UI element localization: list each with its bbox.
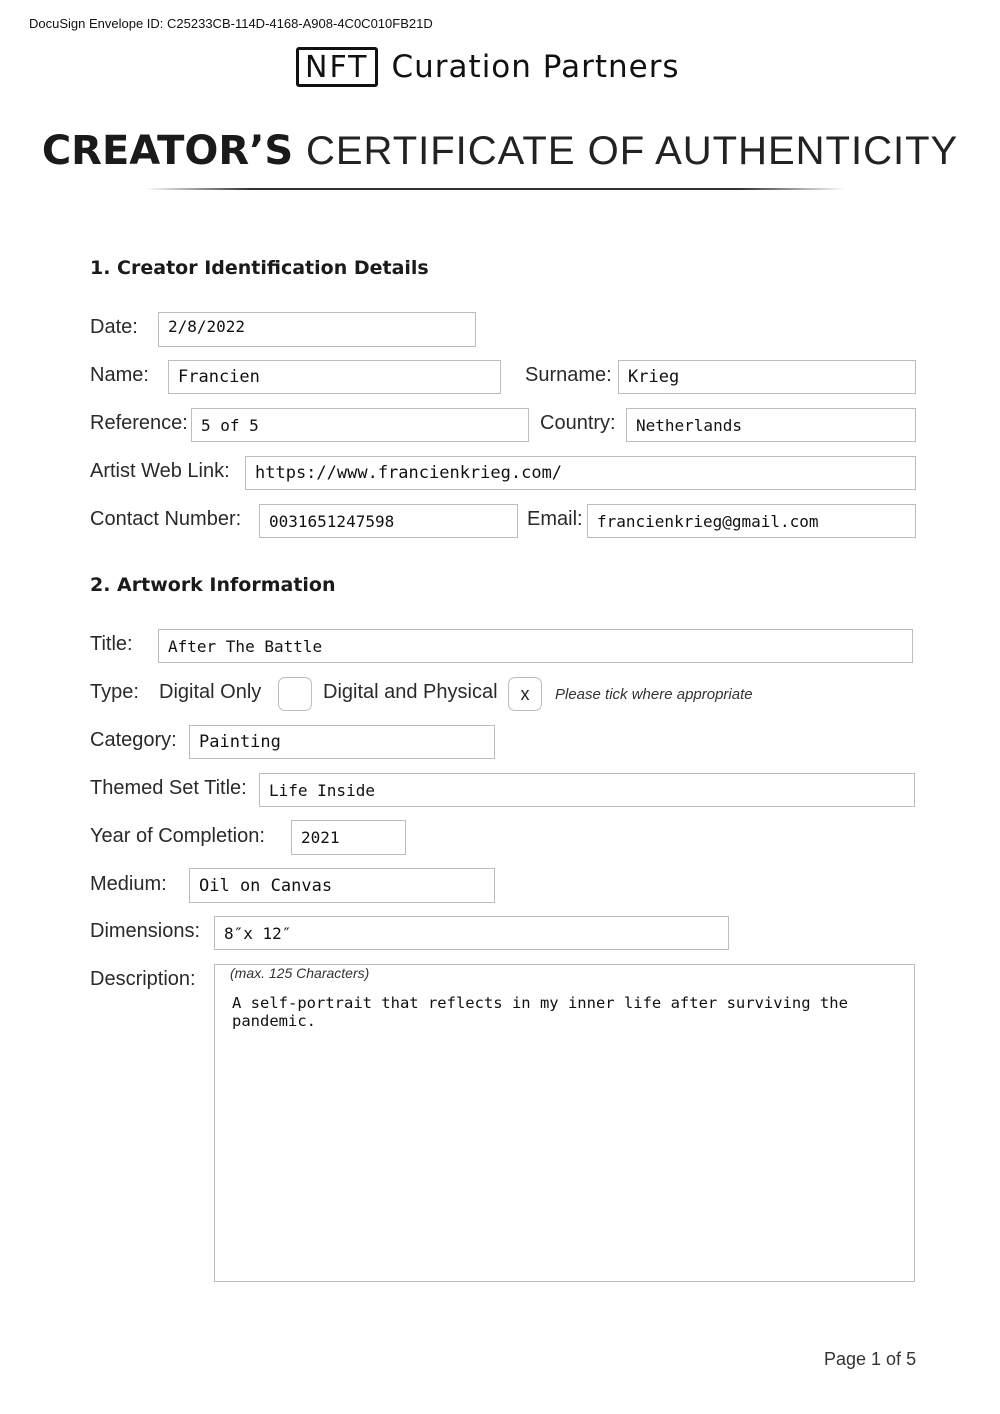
country-label: Country: bbox=[540, 412, 616, 434]
dimensions-label: Dimensions: bbox=[90, 920, 201, 942]
email-label: Email: bbox=[527, 508, 583, 530]
digital-physical-label: Digital and Physical bbox=[323, 681, 498, 703]
category-label: Category: bbox=[90, 729, 177, 751]
envelope-id: DocuSign Envelope ID: C25233CB-114D-4168… bbox=[29, 16, 433, 31]
dimensions-field[interactable]: 8″x 12″ bbox=[214, 916, 729, 950]
country-field[interactable]: Netherlands bbox=[626, 408, 916, 442]
logo-nft-box: NFT bbox=[296, 47, 378, 87]
type-label: Type: bbox=[90, 681, 139, 703]
section-heading-artwork: 2. Artwork Information bbox=[90, 574, 336, 596]
title-light: CERTIFICATE OF AUTHENTICITY bbox=[305, 129, 959, 173]
name-field[interactable]: Francien bbox=[168, 360, 501, 394]
themed-set-field[interactable]: Life Inside bbox=[259, 773, 915, 807]
title-divider bbox=[145, 188, 845, 190]
description-hint: (max. 125 Characters) bbox=[230, 965, 370, 981]
contact-number-field[interactable]: 0031651247598 bbox=[259, 504, 518, 538]
medium-label: Medium: bbox=[90, 873, 167, 895]
web-link-label: Artist Web Link: bbox=[90, 460, 230, 482]
reference-label: Reference: bbox=[90, 412, 188, 434]
section-heading-creator: 1. Creator Identification Details bbox=[90, 257, 429, 279]
year-label: Year of Completion: bbox=[90, 825, 265, 847]
name-label: Name: bbox=[90, 364, 149, 386]
reference-field[interactable]: 5 of 5 bbox=[191, 408, 529, 442]
surname-field[interactable]: Krieg bbox=[618, 360, 916, 394]
type-hint: Please tick where appropriate bbox=[555, 686, 753, 703]
title-bold: CREATOR’S bbox=[41, 128, 294, 174]
email-field[interactable]: francienkrieg@gmail.com bbox=[587, 504, 916, 538]
title-label: Title: bbox=[90, 633, 133, 655]
digital-only-label: Digital Only bbox=[159, 681, 262, 703]
description-text: A self-portrait that reflects in my inne… bbox=[232, 994, 848, 1030]
surname-label: Surname: bbox=[525, 364, 612, 386]
date-label: Date: bbox=[90, 316, 138, 338]
page-title: CREATOR’S CERTIFICATE OF AUTHENTICITY bbox=[0, 128, 1000, 174]
description-field[interactable]: (max. 125 Characters) A self-portrait th… bbox=[214, 964, 915, 1282]
page-number: Page 1 of 5 bbox=[824, 1349, 917, 1369]
logo-text: Curation Partners bbox=[391, 49, 680, 85]
medium-field[interactable]: Oil on Canvas bbox=[189, 868, 495, 903]
description-label: Description: bbox=[90, 968, 196, 990]
logo: NFT Curation Partners bbox=[296, 46, 680, 88]
category-field[interactable]: Painting bbox=[189, 725, 495, 759]
artwork-title-field[interactable]: After The Battle bbox=[158, 629, 913, 663]
digital-only-checkbox[interactable] bbox=[278, 677, 312, 711]
themed-set-label: Themed Set Title: bbox=[90, 777, 247, 799]
contact-number-label: Contact Number: bbox=[90, 508, 242, 530]
year-field[interactable]: 2021 bbox=[291, 820, 406, 855]
digital-physical-checkbox[interactable]: x bbox=[508, 677, 542, 711]
web-link-field[interactable]: https://www.francienkrieg.com/ bbox=[245, 456, 916, 490]
date-field[interactable]: 2/8/2022 bbox=[158, 312, 476, 347]
